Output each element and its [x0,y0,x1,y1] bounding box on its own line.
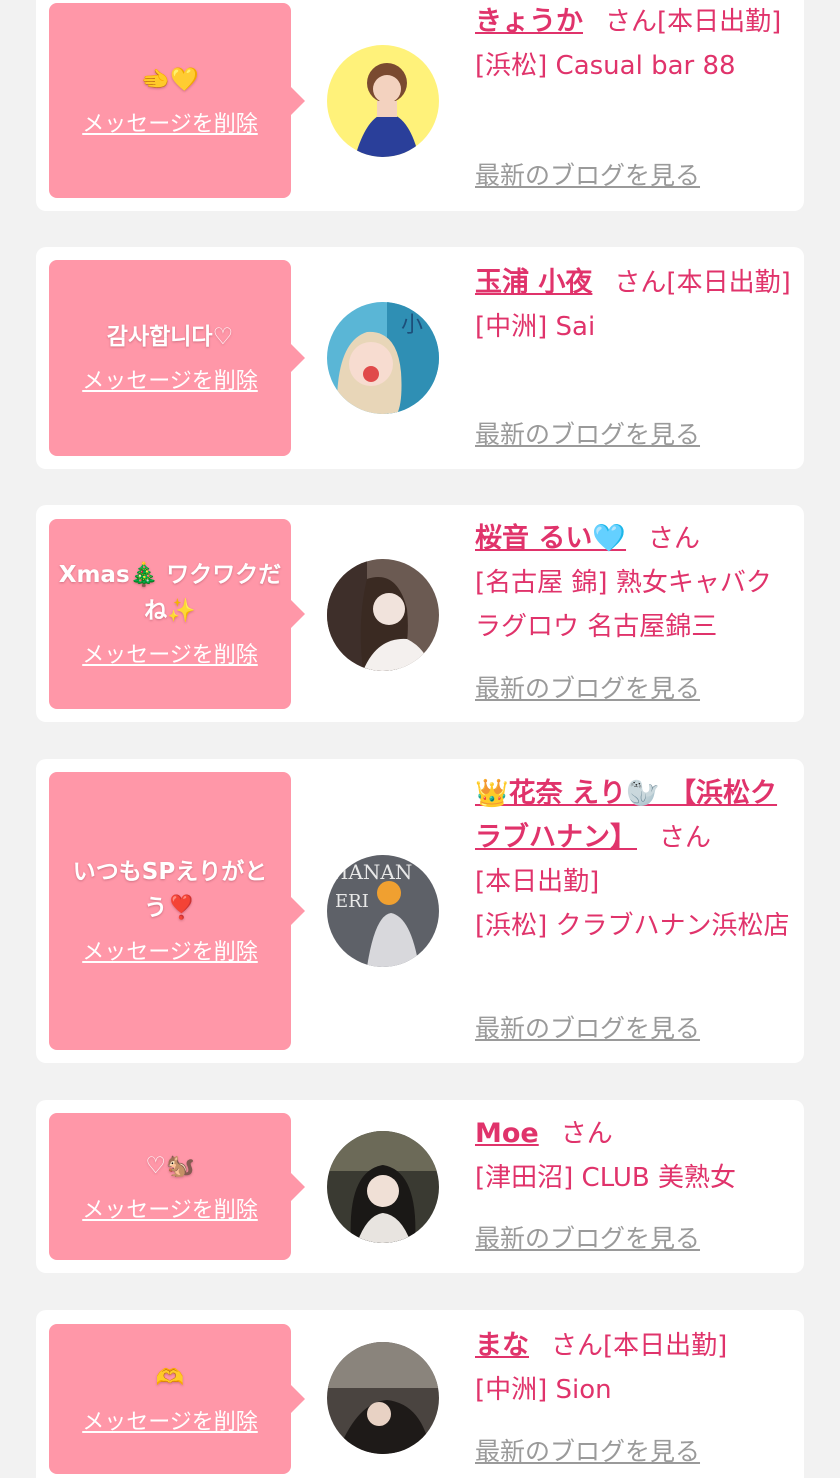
shop-name: [津田沼] CLUB 美熟女 [475,1163,737,1193]
cast-info: まな さん[本日出勤] [中洲] Sion [475,1324,793,1412]
message-bubble: 감사합니다♡ メッセージを削除 [49,260,305,456]
message-bubble: いつもSPえりがとう❣️ メッセージを削除 [49,772,305,1050]
shop-name: [中洲] Sai [475,312,596,342]
latest-blog-link[interactable]: 最新のブログを見る [475,158,700,194]
message-card: 감사합니다♡ メッセージを削除 小 玉浦 小夜 さん[本日出勤] [中洲] Sai… [36,247,804,469]
cast-name-link[interactable]: Moe [475,1118,539,1149]
honorific: さん [614,268,667,298]
message-list-page: 🫲💛 メッセージを削除 きょうか さん[本日出勤] [浜松] Casual bar… [0,0,840,1478]
latest-blog-link[interactable]: 最新のブログを見る [475,417,700,453]
work-status: [本日出勤] [666,268,791,298]
latest-blog-link[interactable]: 最新のブログを見る [475,1221,700,1257]
avatar[interactable] [327,559,439,671]
avatar[interactable] [327,1342,439,1454]
message-text: 🫲💛 [141,66,199,93]
cast-name-link[interactable]: きょうか [475,6,583,37]
message-card: いつもSPえりがとう❣️ メッセージを削除 HANAN ERI 👑花奈 えり🦭 … [36,759,804,1063]
delete-message-link[interactable]: メッセージを削除 [82,1196,258,1226]
work-status: [本日出勤] [603,1331,728,1361]
shop-name: [中洲] Sion [475,1375,612,1405]
avatar[interactable]: 小 [327,302,439,414]
latest-blog-link[interactable]: 最新のブログを見る [475,671,700,707]
latest-blog-link[interactable]: 最新のブログを見る [475,1011,700,1047]
honorific: さん [560,1119,613,1149]
avatar[interactable] [327,45,439,157]
message-text: 감사합니다♡ [106,324,234,350]
message-bubble: Xmas🎄 ワクワクだね✨ メッセージを削除 [49,519,305,709]
message-bubble: 🫲💛 メッセージを削除 [49,3,305,198]
work-status: [本日出勤] [657,7,782,37]
message-card: 🫶 メッセージを削除 まな さん[本日出勤] [中洲] Sion 最新のブログを見… [36,1310,804,1478]
avatar[interactable]: HANAN ERI [327,855,439,967]
cast-name-link[interactable]: まな [475,1330,529,1361]
cast-info: 桜音 るい🩵 さん [名古屋 錦] 熟女キャバクラグロウ 名古屋錦三 [475,517,793,649]
shop-name: [浜松] クラブハナン浜松店 [475,911,790,941]
message-card: 🫲💛 メッセージを削除 きょうか さん[本日出勤] [浜松] Casual bar… [36,0,804,211]
message-bubble: ♡🐿️ メッセージを削除 [49,1113,305,1260]
message-card: Xmas🎄 ワクワクだね✨ メッセージを削除 桜音 るい🩵 さん [名古屋 錦] … [36,505,804,722]
svg-text:ERI: ERI [335,891,369,912]
cast-info: きょうか さん[本日出勤] [浜松] Casual bar 88 [475,0,793,88]
delete-message-link[interactable]: メッセージを削除 [82,938,258,968]
delete-message-link[interactable]: メッセージを削除 [82,1408,258,1438]
honorific: さん [551,1331,604,1361]
svg-text:小: 小 [401,313,423,338]
message-text: Xmas🎄 ワクワクだね✨ [58,562,282,624]
svg-text:HANAN: HANAN [331,860,412,884]
shop-name: [名古屋 錦] 熟女キャバクラグロウ 名古屋錦三 [475,568,772,642]
message-text: いつもSPえりがとう❣️ [72,859,268,921]
message-text: ♡🐿️ [145,1152,195,1179]
cast-info: 玉浦 小夜 さん[本日出勤] [中洲] Sai [475,261,793,349]
honorific: さん [659,823,712,853]
delete-message-link[interactable]: メッセージを削除 [82,110,258,140]
cast-info: Moe さん [津田沼] CLUB 美熟女 [475,1112,793,1200]
message-card: ♡🐿️ メッセージを削除 Moe さん [津田沼] CLUB 美熟女 最新のブログ… [36,1100,804,1273]
work-status: [本日出勤] [475,867,600,897]
avatar[interactable] [327,1131,439,1243]
message-bubble: 🫶 メッセージを削除 [49,1324,305,1474]
honorific: さん [605,7,658,37]
latest-blog-link[interactable]: 最新のブログを見る [475,1434,700,1470]
cast-info: 👑花奈 えり🦭 【浜松クラブハナン】 さん [本日出勤] [浜松] クラブハナン浜… [475,772,793,948]
cast-name-link[interactable]: 玉浦 小夜 [475,267,592,298]
cast-name-link[interactable]: 桜音 るい🩵 [475,523,626,554]
message-text: 🫶 [155,1365,185,1391]
cast-name-link[interactable]: 👑花奈 えり🦭 【浜松クラブハナン】 [475,778,777,853]
honorific: さん [648,524,701,554]
delete-message-link[interactable]: メッセージを削除 [82,367,258,397]
delete-message-link[interactable]: メッセージを削除 [82,641,258,671]
shop-name: [浜松] Casual bar 88 [475,51,736,81]
